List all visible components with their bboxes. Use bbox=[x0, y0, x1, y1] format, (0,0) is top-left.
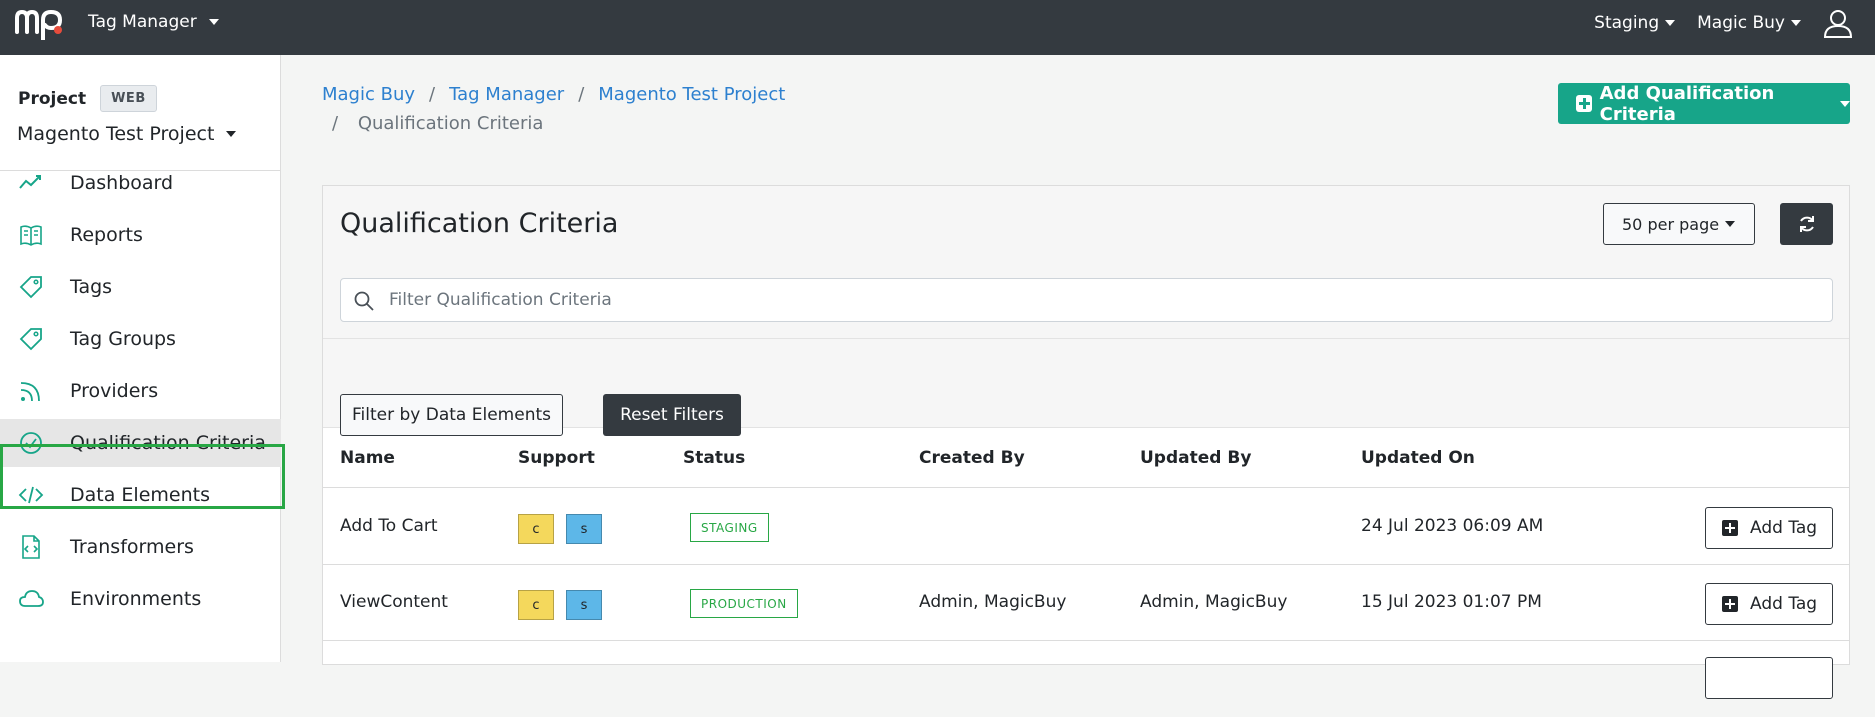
app-switcher-dropdown[interactable]: Tag Manager bbox=[88, 12, 219, 32]
breadcrumb: Magic Buy / Tag Manager / Magento Test P… bbox=[322, 84, 785, 134]
page-title: Qualification Criteria bbox=[340, 208, 619, 239]
environment-label: Staging bbox=[1594, 13, 1660, 33]
code-file-icon bbox=[22, 535, 40, 559]
breadcrumb-separator: / bbox=[429, 84, 436, 105]
top-navbar: Tag Manager Staging Magic Buy bbox=[0, 0, 1875, 55]
trend-line-icon bbox=[19, 175, 41, 189]
add-tag-label: Add Tag bbox=[1750, 518, 1818, 538]
breadcrumb-link[interactable]: Tag Manager bbox=[449, 84, 564, 105]
sidebar-item-label: Transformers bbox=[70, 536, 194, 558]
sidebar-item-tag-groups[interactable]: Tag Groups bbox=[0, 315, 281, 363]
support-chip-server: s bbox=[566, 514, 602, 544]
breadcrumb-separator: / bbox=[332, 113, 339, 134]
criteria-name[interactable]: ViewContent bbox=[340, 592, 448, 612]
sidebar-item-reports[interactable]: Reports bbox=[0, 211, 281, 259]
add-tag-button[interactable] bbox=[1705, 657, 1833, 699]
active-item-highlight bbox=[0, 444, 285, 509]
table-header: Name Support Status Created By Updated B… bbox=[323, 428, 1849, 488]
sidebar-item-transformers[interactable]: Transformers bbox=[0, 523, 281, 571]
project-name: Magento Test Project bbox=[17, 123, 215, 145]
support-chip-client: c bbox=[518, 590, 554, 620]
breadcrumb-link[interactable]: Magento Test Project bbox=[598, 84, 785, 105]
column-header-name[interactable]: Name bbox=[340, 448, 395, 468]
per-page-dropdown[interactable]: 50 per page bbox=[1603, 203, 1755, 245]
breadcrumb-separator: / bbox=[578, 84, 585, 105]
support-chip-client: c bbox=[518, 514, 554, 544]
sidebar-item-tags[interactable]: Tags bbox=[0, 263, 281, 311]
column-header-updated-by[interactable]: Updated By bbox=[1140, 448, 1251, 468]
per-page-label: 50 per page bbox=[1622, 214, 1720, 234]
filter-search-field[interactable] bbox=[340, 278, 1833, 322]
chevron-down-icon bbox=[1791, 20, 1801, 26]
account-label: Magic Buy bbox=[1697, 13, 1785, 33]
table-row[interactable] bbox=[323, 641, 1849, 717]
plus-square-icon bbox=[1576, 95, 1592, 112]
add-tag-label: Add Tag bbox=[1750, 594, 1818, 614]
app-switcher-label: Tag Manager bbox=[88, 12, 197, 32]
chevron-down-icon bbox=[208, 19, 219, 25]
qualification-criteria-card: Qualification Criteria 50 per page Filte… bbox=[322, 185, 1850, 699]
add-qualification-criteria-button[interactable]: Add Qualification Criteria bbox=[1558, 82, 1850, 125]
column-header-updated-on[interactable]: Updated On bbox=[1361, 448, 1475, 468]
column-header-support: Support bbox=[518, 448, 595, 468]
account-dropdown[interactable]: Magic Buy bbox=[1697, 13, 1801, 33]
sidebar-item-label: Tag Groups bbox=[70, 328, 176, 350]
chevron-down-icon bbox=[226, 131, 237, 137]
column-header-status[interactable]: Status bbox=[683, 448, 745, 468]
sidebar-item-label: Environments bbox=[70, 588, 202, 610]
sidebar-item-label: Reports bbox=[70, 224, 143, 246]
book-icon bbox=[20, 225, 42, 246]
sidebar-item-label: Providers bbox=[70, 380, 159, 402]
project-label: Project bbox=[18, 88, 87, 109]
card-header: Qualification Criteria 50 per page bbox=[323, 186, 1849, 339]
user-icon[interactable] bbox=[1823, 8, 1853, 38]
add-qualification-criteria-label: Add Qualification Criteria bbox=[1599, 82, 1775, 125]
chevron-down-icon bbox=[1840, 100, 1850, 107]
tag-icon bbox=[19, 328, 42, 351]
plus-square-icon bbox=[1722, 596, 1738, 612]
tag-icon bbox=[19, 276, 42, 299]
chevron-down-icon bbox=[1725, 221, 1736, 227]
cloud-icon bbox=[19, 590, 44, 607]
search-icon bbox=[354, 291, 374, 311]
support-chip-server: s bbox=[566, 590, 602, 620]
created-by: Admin, MagicBuy bbox=[919, 592, 1067, 612]
breadcrumb-link[interactable]: Magic Buy bbox=[322, 84, 415, 105]
updated-on: 24 Jul 2023 06:09 AM bbox=[1361, 516, 1544, 536]
project-type-badge: WEB bbox=[100, 85, 157, 112]
breadcrumb-current: Qualification Criteria bbox=[357, 113, 544, 134]
add-tag-button[interactable]: Add Tag bbox=[1705, 507, 1833, 549]
table-row[interactable]: ViewContent c s PRODUCTION Admin, MagicB… bbox=[323, 565, 1849, 641]
refresh-icon bbox=[1800, 216, 1814, 232]
chevron-down-icon bbox=[1665, 20, 1676, 26]
filter-search-input[interactable] bbox=[389, 279, 1819, 321]
environment-dropdown[interactable]: Staging bbox=[1594, 13, 1676, 33]
rss-icon bbox=[20, 382, 40, 402]
add-tag-button[interactable]: Add Tag bbox=[1705, 583, 1833, 625]
status-badge: PRODUCTION bbox=[690, 589, 798, 618]
plus-square-icon bbox=[1722, 520, 1738, 536]
sidebar-item-environments[interactable]: Environments bbox=[0, 575, 281, 623]
sidebar-item-label: Dashboard bbox=[70, 172, 174, 194]
updated-by: Admin, MagicBuy bbox=[1140, 592, 1288, 612]
refresh-button[interactable] bbox=[1780, 203, 1833, 245]
sidebar-item-dashboard[interactable]: Dashboard bbox=[0, 159, 281, 207]
sidebar-item-providers[interactable]: Providers bbox=[0, 367, 281, 415]
project-selector[interactable]: Magento Test Project bbox=[17, 123, 237, 145]
criteria-name[interactable]: Add To Cart bbox=[340, 516, 438, 536]
table-row[interactable]: Add To Cart c s STAGING 24 Jul 2023 06:0… bbox=[323, 489, 1849, 565]
mp-logo-icon[interactable] bbox=[14, 6, 68, 40]
status-badge: STAGING bbox=[690, 513, 769, 542]
updated-on: 15 Jul 2023 01:07 PM bbox=[1361, 592, 1542, 612]
column-header-created-by[interactable]: Created By bbox=[919, 448, 1025, 468]
sidebar-item-label: Tags bbox=[70, 276, 113, 298]
